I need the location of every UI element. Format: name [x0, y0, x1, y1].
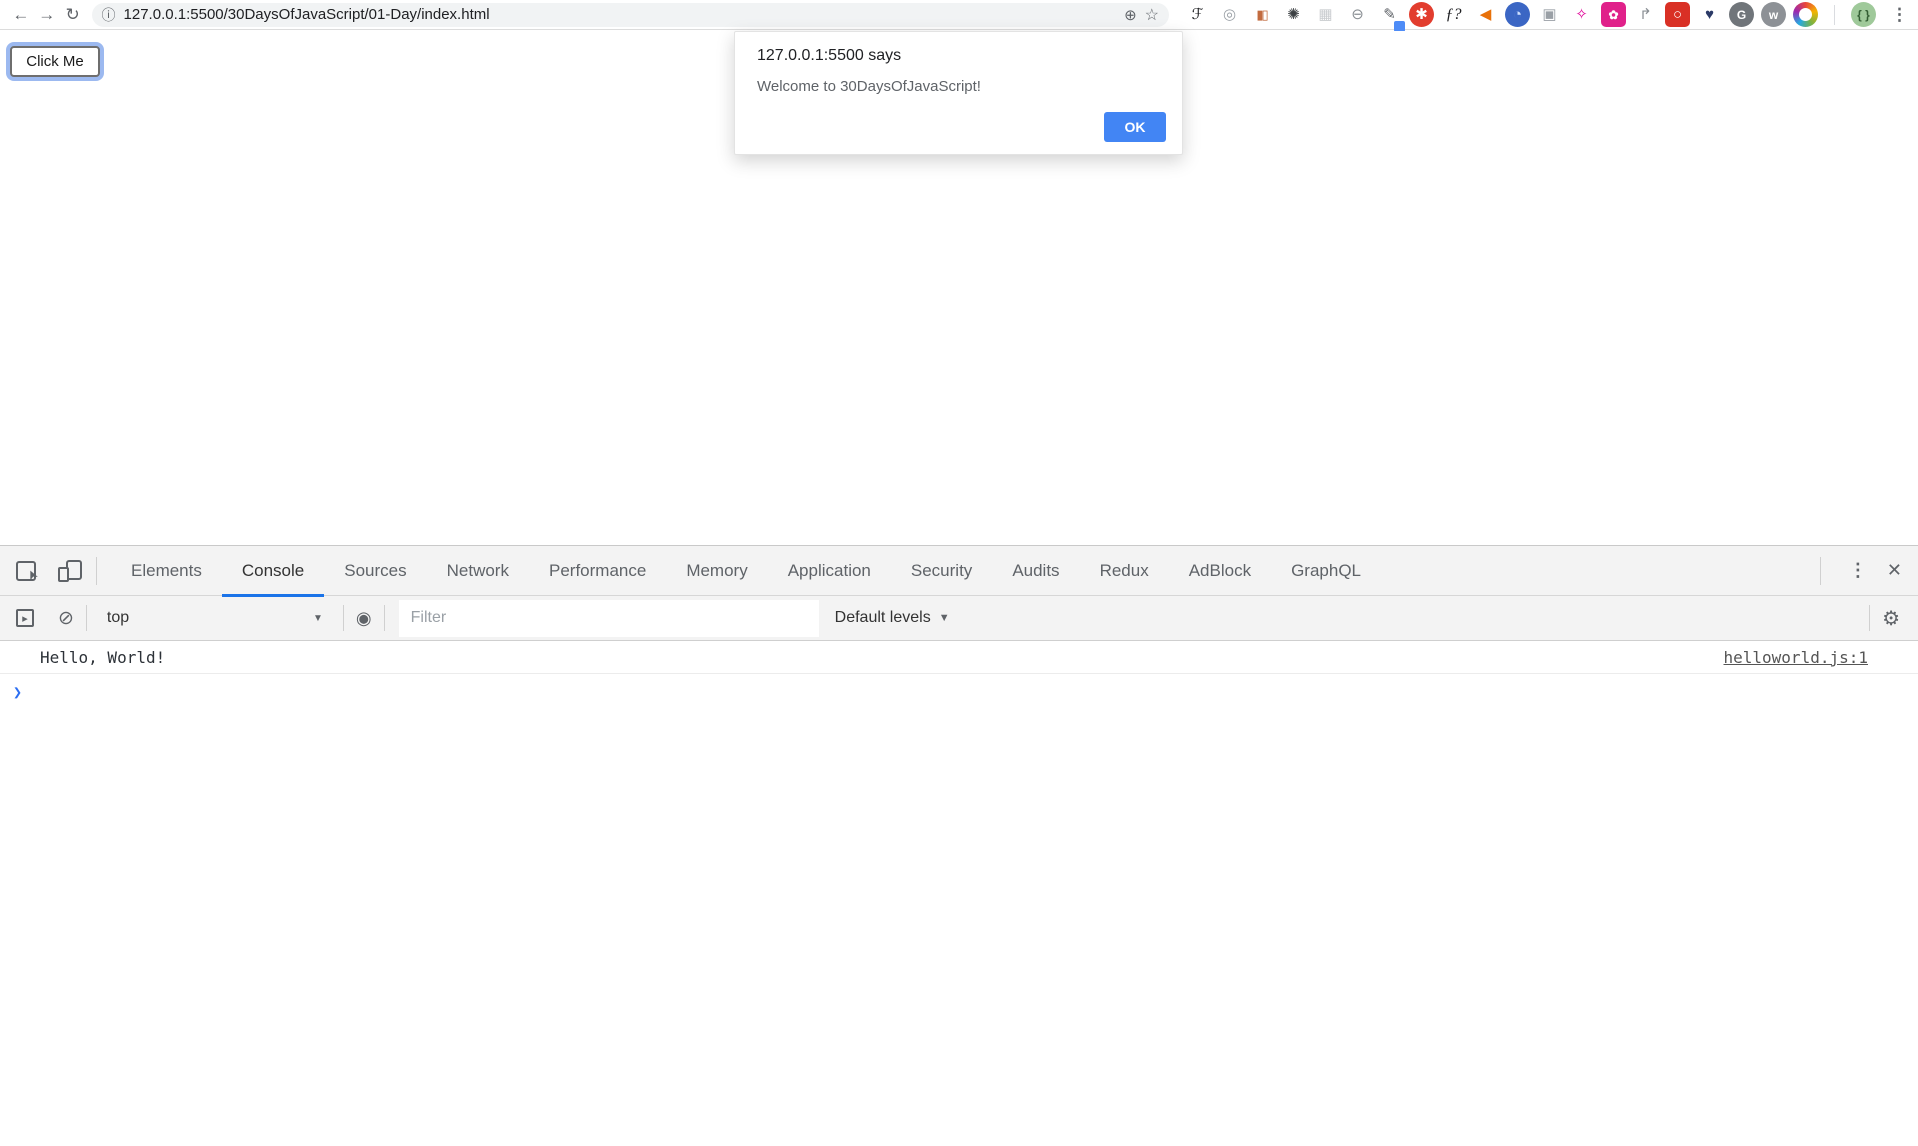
console-toolbar-separator: [343, 605, 344, 631]
alert-dialog: 127.0.0.1:5500 says Welcome to 30DaysOfJ…: [734, 31, 1183, 155]
tab-memory[interactable]: Memory: [666, 546, 767, 596]
reload-icon[interactable]: ↻: [60, 5, 86, 25]
tab-graphql[interactable]: GraphQL: [1271, 546, 1381, 596]
console-settings-gear-icon[interactable]: ⚙: [1882, 606, 1900, 631]
tabbar-right-controls: ⋮ ✕: [1806, 557, 1918, 585]
dialog-message: Welcome to 30DaysOfJavaScript!: [757, 78, 981, 95]
extension-f-question-icon[interactable]: ƒ?: [1441, 2, 1466, 27]
forward-icon[interactable]: →: [34, 5, 60, 25]
devtools-tabbar: ➤ Elements Console Sources Network Perfo…: [0, 546, 1918, 596]
extension-graphql-icon[interactable]: ✧: [1569, 2, 1594, 27]
tab-security[interactable]: Security: [891, 546, 992, 596]
chevron-down-icon: ▼: [313, 613, 323, 624]
console-prompt-row[interactable]: ❯: [0, 674, 1918, 710]
inspect-cursor-arrow: ➤: [23, 566, 42, 583]
extension-color-ring-icon[interactable]: [1793, 2, 1818, 27]
extension-megaphone-icon[interactable]: ◀: [1473, 2, 1498, 27]
console-output: Hello, World! helloworld.js:1 ❯: [0, 641, 1918, 710]
context-label: top: [107, 609, 129, 627]
url-text: 127.0.0.1:5500/30DaysOfJavaScript/01-Day…: [124, 6, 1117, 23]
profile-avatar[interactable]: { }: [1851, 2, 1876, 27]
live-expression-eye-icon[interactable]: ◉: [356, 608, 372, 629]
extension-pink-gear-icon[interactable]: ✿: [1601, 2, 1626, 27]
console-toolbar-separator: [384, 605, 385, 631]
tab-application[interactable]: Application: [768, 546, 891, 596]
clear-console-icon[interactable]: ⊘: [58, 607, 74, 630]
extension-wave-circle-icon[interactable]: w: [1761, 2, 1786, 27]
devtools-panel: ➤ Elements Console Sources Network Perfo…: [0, 545, 1918, 1146]
log-levels-label: Default levels: [835, 609, 931, 627]
extension-stop-hand-icon[interactable]: ✱: [1409, 2, 1434, 27]
extension-blue-swirl-icon[interactable]: ◔: [1505, 2, 1530, 27]
console-filter-input[interactable]: [399, 600, 819, 637]
devtools-close-icon[interactable]: ✕: [1881, 560, 1918, 581]
tab-console[interactable]: Console: [222, 546, 324, 596]
log-levels-dropdown[interactable]: Default levels ▼: [835, 609, 950, 627]
javascript-context-dropdown[interactable]: top ▼: [99, 609, 331, 627]
device-toolbar-icon[interactable]: [58, 560, 82, 582]
extension-heart-search-icon[interactable]: ♥: [1697, 2, 1722, 27]
click-me-button[interactable]: Click Me: [10, 46, 100, 77]
page-info-icon[interactable]: ⓘ: [102, 5, 116, 25]
console-message-row: Hello, World! helloworld.js:1: [0, 641, 1918, 674]
extensions-row: ℱ ◎ ▮▯ ✺ ▦ ⊖ ✎ ✱ ƒ? ◀ ◔ ▣ ✧ ✿ ↱ ○ ♥ G w …: [1185, 2, 1918, 27]
tab-console-label: Console: [242, 561, 304, 581]
tab-performance[interactable]: Performance: [529, 546, 666, 596]
devtools-menu-icon[interactable]: ⋮: [1835, 560, 1881, 581]
extension-bent-arrows-icon[interactable]: ↱: [1633, 2, 1658, 27]
bookmark-star-icon[interactable]: ☆: [1145, 5, 1159, 25]
zoom-icon[interactable]: ⊕: [1124, 6, 1137, 24]
extension-camera-icon[interactable]: ▣: [1537, 2, 1562, 27]
console-toolbar-separator: [86, 605, 87, 631]
tab-network[interactable]: Network: [427, 546, 529, 596]
tab-elements[interactable]: Elements: [111, 546, 222, 596]
console-toolbar-separator: [1869, 605, 1870, 631]
console-prompt-chevron-icon: ❯: [13, 683, 22, 701]
console-message-text: Hello, World!: [40, 648, 1724, 667]
tabbar-separator: [96, 557, 97, 585]
tabbar-separator: [1820, 557, 1821, 585]
toolbar-separator: [1834, 5, 1835, 25]
extension-grid-icon[interactable]: ▦: [1313, 2, 1338, 27]
console-source-link[interactable]: helloworld.js:1: [1724, 648, 1869, 667]
tab-audits[interactable]: Audits: [992, 546, 1079, 596]
back-icon[interactable]: ←: [8, 5, 34, 25]
tab-adblock[interactable]: AdBlock: [1169, 546, 1271, 596]
page-content: Click Me 127.0.0.1:5500 says Welcome to …: [0, 31, 1918, 545]
extension-g-circle-icon[interactable]: G: [1729, 2, 1754, 27]
dialog-title: 127.0.0.1:5500 says: [757, 47, 901, 65]
extension-panels-icon[interactable]: ▮▯: [1249, 2, 1274, 27]
inspect-element-icon[interactable]: ➤: [16, 561, 36, 581]
tab-sources[interactable]: Sources: [324, 546, 426, 596]
extension-shutter-icon[interactable]: ◎: [1217, 2, 1242, 27]
browser-toolbar: ← → ↻ ⓘ 127.0.0.1:5500/30DaysOfJavaScrip…: [0, 0, 1918, 30]
extension-red-tab-icon[interactable]: ○: [1665, 2, 1690, 27]
phone-shape: [58, 567, 69, 582]
browser-menu-icon[interactable]: ⋮: [1891, 5, 1908, 25]
console-sidebar-toggle-icon[interactable]: ▸: [16, 609, 34, 627]
extension-fontface-icon[interactable]: ℱ: [1185, 2, 1210, 27]
extension-eyedropper-icon[interactable]: ✎: [1377, 2, 1402, 27]
chevron-down-icon: ▼: [939, 612, 950, 624]
address-bar[interactable]: ⓘ 127.0.0.1:5500/30DaysOfJavaScript/01-D…: [92, 3, 1169, 27]
console-toolbar: ▸ ⊘ top ▼ ◉ Default levels ▼ ⚙: [0, 596, 1918, 641]
tab-redux[interactable]: Redux: [1080, 546, 1169, 596]
extension-bug-icon[interactable]: ✺: [1281, 2, 1306, 27]
extension-parens-icon[interactable]: ⊖: [1345, 2, 1370, 27]
active-tab-underline: [222, 594, 324, 597]
dialog-ok-button[interactable]: OK: [1104, 112, 1166, 142]
